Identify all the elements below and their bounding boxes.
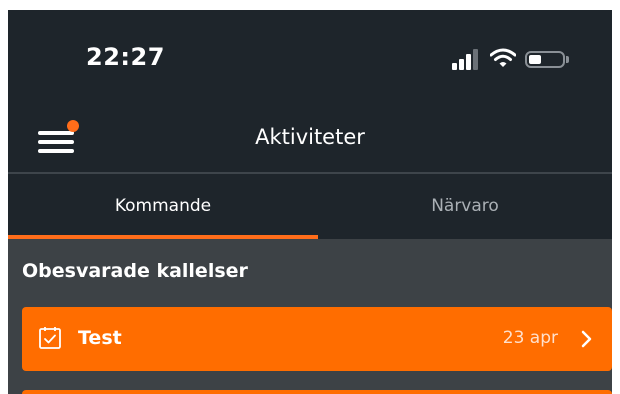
section-title: Obesvarade kallelser: [22, 260, 248, 282]
wifi-icon: [490, 48, 516, 67]
page-title: Aktiviteter: [255, 125, 365, 149]
battery-nub: [566, 56, 569, 63]
status-bar: 22:27: [8, 10, 612, 106]
tab-kommande[interactable]: Kommande: [8, 174, 318, 238]
status-icons: [452, 48, 592, 72]
app-screen: 22:27 Aktiviteter Kommande Närvaro Obesv…: [8, 10, 612, 394]
calendar-check-icon: [39, 327, 61, 349]
tab-narvaro[interactable]: Närvaro: [318, 174, 612, 238]
item-date: 23 apr: [502, 328, 558, 348]
tab-bar: Kommande Närvaro: [8, 174, 612, 238]
nav-bar: Aktiviteter: [8, 106, 612, 172]
chevron-right-icon: [581, 330, 592, 348]
item-title: Test: [78, 327, 122, 349]
list-item[interactable]: Test 23 apr: [22, 307, 612, 371]
battery-icon: [525, 51, 565, 68]
list-item-partial[interactable]: [22, 390, 612, 394]
signal-icon: [452, 48, 482, 70]
status-time: 22:27: [86, 43, 165, 71]
content-area: Obesvarade kallelser Test 23 apr: [8, 239, 612, 394]
